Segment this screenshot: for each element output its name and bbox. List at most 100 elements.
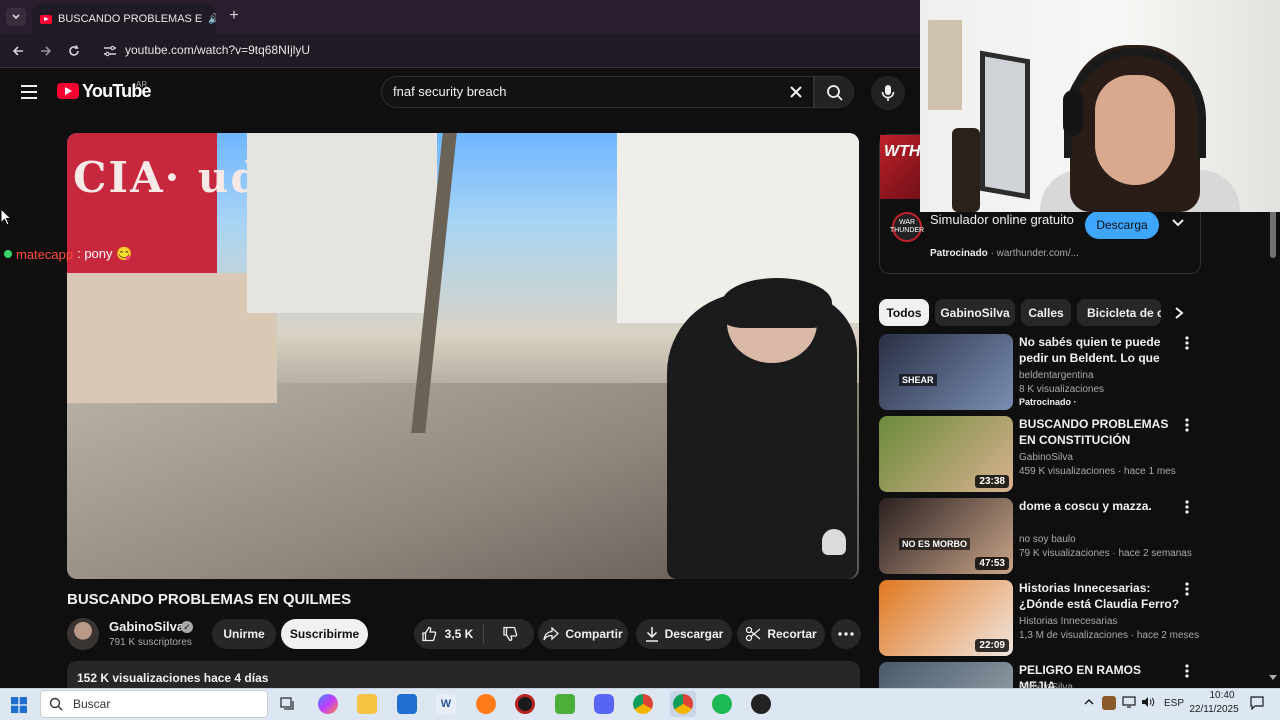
- chat-badge-icon: [4, 250, 12, 258]
- more-actions-button[interactable]: [831, 619, 861, 649]
- clip-button[interactable]: Recortar: [737, 619, 825, 649]
- windows-start-icon[interactable]: [11, 697, 27, 713]
- chip-calles[interactable]: Calles: [1021, 299, 1071, 326]
- chip-bicicleta[interactable]: Bicicleta de ca: [1077, 299, 1161, 326]
- recommendation-item[interactable]: NO ES MORBO 47:53 dome a coscu y mazza. no …: [879, 498, 1209, 574]
- chip-all[interactable]: Todos: [879, 299, 929, 326]
- share-button[interactable]: Compartir: [538, 619, 628, 649]
- file-explorer-icon[interactable]: [357, 694, 377, 714]
- more-horizontal-icon: [838, 632, 854, 636]
- spotify-icon[interactable]: [712, 694, 732, 714]
- chrome-profile-icon[interactable]: [673, 694, 693, 714]
- new-tab-button[interactable]: +: [225, 7, 243, 25]
- more-vertical-icon[interactable]: [1185, 418, 1195, 434]
- recommendation-item[interactable]: 22:09 Historias Innecesarias: ¿Dónde está…: [879, 580, 1209, 656]
- volume-icon[interactable]: [1141, 696, 1155, 708]
- search-icon: [827, 85, 843, 101]
- forward-arrow-icon[interactable]: [37, 42, 55, 60]
- recommendation-channel[interactable]: beldentargentina: [1019, 370, 1094, 381]
- recommendation-thumbnail[interactable]: 22:09: [879, 580, 1013, 656]
- clear-search-icon[interactable]: [788, 84, 804, 100]
- app-orange-icon[interactable]: [476, 694, 496, 714]
- browser-tab-active[interactable]: BUSCANDO PROBLEMAS E 🔊 ✕: [32, 4, 216, 34]
- site-info-icon[interactable]: [102, 43, 118, 59]
- discord-icon[interactable]: [594, 694, 614, 714]
- like-button[interactable]: 3,5 K: [414, 619, 480, 649]
- recommendation-channel[interactable]: Historias Innecesarias: [1019, 616, 1117, 627]
- recommendation-item[interactable]: SHEAR No sabés quien te puede pedir un Be…: [879, 334, 1209, 410]
- tab-search-button[interactable]: [6, 8, 26, 26]
- microsoft-store-icon[interactable]: [397, 694, 417, 714]
- obs-icon[interactable]: [751, 694, 771, 714]
- ad-download-button[interactable]: Descarga: [1085, 211, 1159, 239]
- more-vertical-icon[interactable]: [1185, 336, 1195, 352]
- video-player[interactable]: CIA· udia: [67, 133, 859, 579]
- ad-expand-chevron-icon[interactable]: [1171, 218, 1187, 232]
- chip-gabinosilva[interactable]: GabinoSilva: [935, 299, 1015, 326]
- search-icon: [49, 697, 63, 711]
- copilot-icon[interactable]: [318, 694, 338, 714]
- ad-advertiser-logo[interactable]: WAR THUNDER: [890, 212, 924, 242]
- network-icon[interactable]: [1122, 696, 1136, 708]
- chat-text: : pony 😋: [77, 246, 133, 261]
- recommendation-channel[interactable]: GabinoSilva: [1019, 452, 1073, 463]
- taskbar-search-input[interactable]: Buscar: [40, 690, 268, 718]
- audio-playing-icon[interactable]: 🔊: [208, 14, 216, 25]
- webcam-overlay: [920, 0, 1280, 212]
- ad-title[interactable]: Simulador online gratuito: [930, 211, 1080, 228]
- recommendation-thumbnail[interactable]: SHEAR: [879, 334, 1013, 410]
- dislike-button[interactable]: [490, 619, 530, 649]
- notifications-icon[interactable]: [1250, 696, 1264, 710]
- more-vertical-icon[interactable]: [1185, 664, 1195, 680]
- channel-avatar[interactable]: [67, 618, 99, 650]
- chips-next-chevron-icon[interactable]: [1174, 306, 1188, 320]
- reload-icon[interactable]: [65, 42, 83, 60]
- hamburger-menu-icon[interactable]: [20, 84, 38, 100]
- back-arrow-icon[interactable]: [9, 42, 27, 60]
- stream-chat-message: matecapp : pony 😋: [4, 246, 132, 262]
- recommendation-thumbnail[interactable]: [879, 662, 1013, 688]
- word-icon[interactable]: W: [436, 694, 456, 714]
- verified-badge-icon: ✓: [181, 621, 193, 633]
- recommendation-thumbnail[interactable]: 23:38: [879, 416, 1013, 492]
- taskbar-time[interactable]: 10:40: [1200, 690, 1244, 701]
- video-frame-storefront: [67, 273, 277, 403]
- scroll-down-arrow-icon[interactable]: [1268, 674, 1278, 682]
- recommendation-item[interactable]: 23:38 BUSCANDO PROBLEMAS EN CONSTITUCIÓN G…: [879, 416, 1209, 492]
- clip-label: Recortar: [767, 627, 817, 641]
- search-query-text: fnaf security breach: [393, 84, 507, 99]
- thumbnail-caption: NO ES MORBO: [899, 538, 971, 550]
- more-vertical-icon[interactable]: [1185, 500, 1195, 516]
- download-button[interactable]: Descargar: [636, 619, 732, 649]
- search-button[interactable]: [814, 76, 854, 108]
- address-bar-url[interactable]: youtube.com/watch?v=9tq68NIjlyU: [125, 43, 310, 57]
- voice-search-button[interactable]: [871, 76, 905, 110]
- tray-app-icon[interactable]: [1102, 696, 1116, 710]
- task-view-icon[interactable]: [278, 694, 298, 714]
- subscribe-button[interactable]: Suscribirme: [281, 619, 368, 649]
- recommendation-title[interactable]: No sabés quien te puede pedir un Beldent…: [1019, 334, 1181, 368]
- minecraft-icon[interactable]: [555, 694, 575, 714]
- chat-username: matecapp: [16, 246, 74, 262]
- webcam-chair: [952, 128, 980, 212]
- chrome-icon[interactable]: [633, 694, 653, 714]
- taskbar-date[interactable]: 22/11/2025: [1186, 704, 1242, 715]
- share-icon: [543, 627, 560, 641]
- youtube-logo-icon[interactable]: [57, 83, 79, 99]
- recommendation-item[interactable]: PELIGRO EN RAMOS MEJIA GabinoSilva: [879, 662, 1209, 688]
- tab-title: BUSCANDO PROBLEMAS E: [58, 13, 203, 25]
- media-player-icon[interactable]: [515, 694, 535, 714]
- microphone-icon: [881, 85, 895, 101]
- ad-banner-image[interactable]: WTHU: [880, 135, 925, 199]
- tray-overflow-chevron-icon[interactable]: [1083, 697, 1095, 707]
- recommendation-title[interactable]: Historias Innecesarias: ¿Dónde está Clau…: [1019, 580, 1181, 612]
- recommendation-title[interactable]: dome a coscu y mazza.: [1019, 498, 1181, 514]
- join-button[interactable]: Unirme: [212, 619, 276, 649]
- keyboard-language[interactable]: ESP: [1164, 698, 1184, 709]
- recommendation-title[interactable]: BUSCANDO PROBLEMAS EN CONSTITUCIÓN: [1019, 416, 1181, 448]
- channel-name[interactable]: GabinoSilva: [109, 619, 184, 634]
- recommendation-thumbnail[interactable]: NO ES MORBO 47:53: [879, 498, 1013, 574]
- more-vertical-icon[interactable]: [1185, 582, 1195, 598]
- recommendation-channel[interactable]: no soy baulo: [1019, 534, 1076, 545]
- video-duration-badge: 47:53: [975, 557, 1009, 570]
